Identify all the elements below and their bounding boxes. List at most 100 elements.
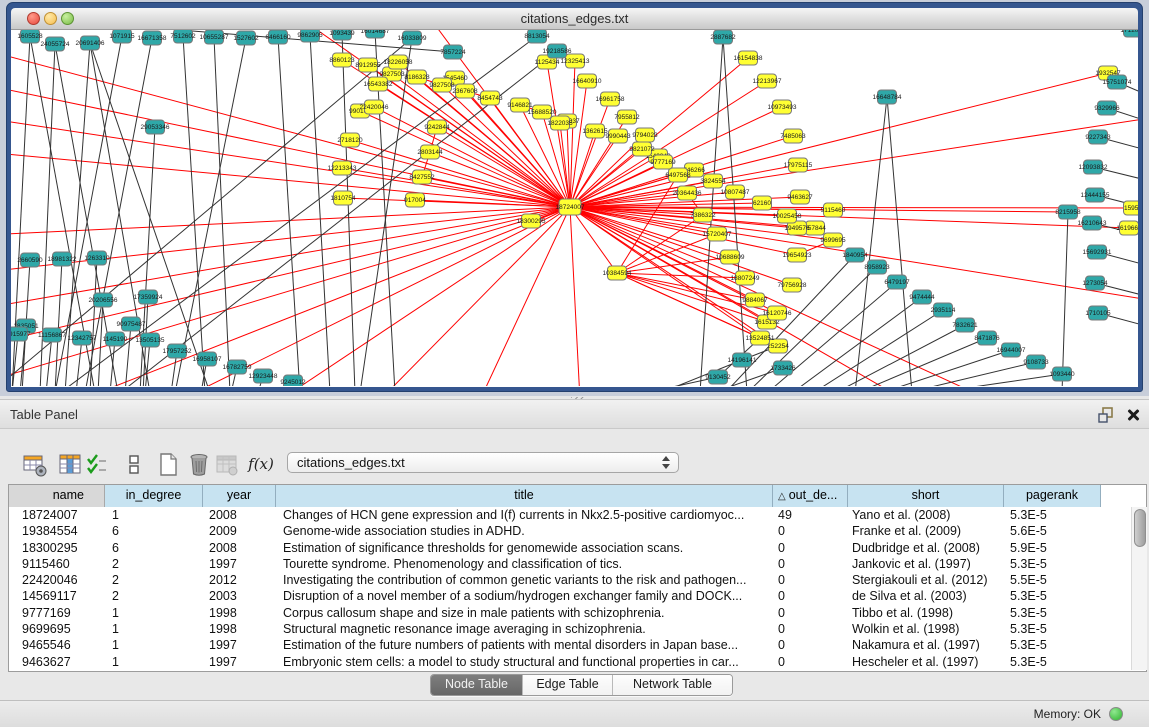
table-row[interactable]: 1872400712008Changes of HCN gene express… xyxy=(9,507,1146,523)
memory-status-icon[interactable] xyxy=(1109,707,1123,721)
table-row[interactable]: 2242004622012Investigating the contribut… xyxy=(9,572,1146,588)
table-row[interactable]: 1938455462009Genome-wide association stu… xyxy=(9,523,1146,539)
graph-node-label: 20691406 xyxy=(76,40,105,47)
graph-node-label: 2803144 xyxy=(417,149,443,156)
column-header-out-degree[interactable]: △out_de... xyxy=(773,485,848,507)
graph-node-label: 8186328 xyxy=(404,74,430,81)
graph-node-label: 3915977 xyxy=(11,331,31,338)
graph-node-label: 9115460 xyxy=(821,207,846,214)
citation-network-graph[interactable]: 1595862160252254746266917004957844990168… xyxy=(11,30,1138,386)
graph-node-label: 24055724 xyxy=(41,41,70,48)
graph-node-label: 10688609 xyxy=(716,254,745,261)
column-header-short[interactable]: short xyxy=(848,485,1004,507)
graph-node-label: 12093832 xyxy=(1079,164,1108,171)
graph-node-label: 62160 xyxy=(753,200,771,207)
graph-node-label: 17975115 xyxy=(784,162,813,169)
table-cell: 5.9E-5 xyxy=(1004,540,1101,556)
graph-node-label: 16543382 xyxy=(364,81,393,88)
graph-node-label: 1710105 xyxy=(1085,310,1111,317)
table-settings-icon[interactable] xyxy=(22,451,48,478)
table-cell: 2003 xyxy=(203,588,276,604)
graph-node-label: 1712043 xyxy=(1120,30,1138,34)
column-header-in-degree[interactable]: in_degree xyxy=(105,485,203,507)
graph-node-label: 9108733 xyxy=(1023,359,1049,366)
column-header-year[interactable]: year xyxy=(203,485,276,507)
table-cell: 1998 xyxy=(203,605,276,621)
graph-node-label: 12444155 xyxy=(1081,192,1110,199)
graph-node-label: 16958107 xyxy=(193,356,222,363)
graph-node-label: 10384594 xyxy=(603,270,632,277)
table-row[interactable]: 1830029562008Estimation of significance … xyxy=(9,540,1146,556)
select-attributes-icon[interactable] xyxy=(84,451,110,478)
graph-node-label: 9990443 xyxy=(605,133,631,140)
graph-node-label: 7832621 xyxy=(952,322,978,329)
table-cell: 2 xyxy=(105,588,203,604)
graph-node-label: 1263310 xyxy=(84,255,110,262)
graph-node-label: 16154838 xyxy=(734,55,763,62)
table-row[interactable]: 946554611997Estimation of the future num… xyxy=(9,637,1146,653)
graph-node-label: 1733426 xyxy=(770,365,796,372)
graph-node-label: 15688520 xyxy=(528,109,557,116)
column-header-pagerank[interactable]: pagerank xyxy=(1004,485,1101,507)
graph-node-label: 10807487 xyxy=(721,189,750,196)
float-window-icon[interactable] xyxy=(1098,407,1115,423)
column-header-name[interactable]: name xyxy=(9,485,105,507)
show-column-icon[interactable] xyxy=(57,451,83,478)
graph-node-label: 9777169 xyxy=(650,159,676,166)
graph-node-label: 16671358 xyxy=(138,35,167,42)
graph-node-label: 917004 xyxy=(404,197,426,204)
network-window-titlebar[interactable]: citations_edges.txt xyxy=(11,8,1138,30)
function-builder-icon[interactable]: f(x) xyxy=(246,451,276,478)
graph-node-label: 1822035 xyxy=(547,120,573,127)
new-table-icon[interactable] xyxy=(155,451,181,478)
table-row[interactable]: 946362711997Embryonic stem cells: a mode… xyxy=(9,654,1146,670)
table-cell: 6 xyxy=(105,523,203,539)
graph-node-label: 19654923 xyxy=(783,252,812,259)
graph-node-label: 9699695 xyxy=(820,237,846,244)
table-cell: Tourette syndrome. Phenomenology and cla… xyxy=(276,556,773,572)
table-cell: 0 xyxy=(773,637,848,653)
graph-node-label: 16944007 xyxy=(997,347,1026,354)
graph-node-label: 8471876 xyxy=(974,335,1000,342)
table-scrollbar-thumb[interactable] xyxy=(1134,509,1146,547)
table-cell: 9115460 xyxy=(9,556,105,572)
graph-node-label: 2367608 xyxy=(452,88,478,95)
table-select-dropdown[interactable]: citations_edges.txt xyxy=(287,452,679,473)
table-cell: 1998 xyxy=(203,621,276,637)
network-window[interactable]: citations_edges.txt 15958621602522547462… xyxy=(6,2,1143,392)
graph-node-label: 1362615 xyxy=(582,128,608,135)
tab-network-table[interactable]: Network Table xyxy=(613,675,732,695)
table-row[interactable]: 969969511998Structural magnetic resonanc… xyxy=(9,621,1146,637)
table-cell: Estimation of the future numbers of pati… xyxy=(276,637,773,653)
table-cell: Investigating the contribution of common… xyxy=(276,572,773,588)
delete-table-icon[interactable] xyxy=(186,451,212,478)
tab-node-table[interactable]: Node Table xyxy=(431,675,523,695)
graph-node-label: 1071915 xyxy=(109,33,135,40)
tab-edge-table[interactable]: Edge Table xyxy=(523,675,613,695)
table-scrollbar[interactable] xyxy=(1131,507,1147,670)
graph-node-label: 8427552 xyxy=(409,174,435,181)
table-cell: 1 xyxy=(105,507,203,523)
table-cell: 2008 xyxy=(203,507,276,523)
table-cell: 22420046 xyxy=(9,572,105,588)
table-cell: 5.3E-5 xyxy=(1004,556,1101,572)
graph-node-label: 9794023 xyxy=(632,132,658,139)
table-row[interactable]: 911546021997Tourette syndrome. Phenomeno… xyxy=(9,556,1146,572)
graph-node-label: 9242844 xyxy=(424,124,450,131)
table-cell: Genome-wide association studies in ADHD. xyxy=(276,523,773,539)
graph-node-label: 10655287 xyxy=(200,34,229,41)
graph-node-label: 8215958 xyxy=(1055,209,1081,216)
table-row[interactable]: 977716911998Corpus callosum shape and si… xyxy=(9,605,1146,621)
network-canvas[interactable]: 1595862160252254746266917004957844990168… xyxy=(11,30,1138,387)
sort-ascending-icon: △ xyxy=(778,491,786,502)
table-row[interactable]: 1456911722003Disruption of a novel membe… xyxy=(9,588,1146,604)
row-options-icon[interactable] xyxy=(121,451,147,478)
table-cell: 14569117 xyxy=(9,588,105,604)
graph-node-label: 1810754 xyxy=(330,195,356,202)
graph-node-label: 15751074 xyxy=(1103,79,1132,86)
graph-node-label: 18724007 xyxy=(556,204,585,211)
table-cell: 5.6E-5 xyxy=(1004,523,1101,539)
graph-node-label: 16961758 xyxy=(596,96,625,103)
close-icon[interactable] xyxy=(1126,408,1140,422)
column-header-title[interactable]: title xyxy=(276,485,773,507)
